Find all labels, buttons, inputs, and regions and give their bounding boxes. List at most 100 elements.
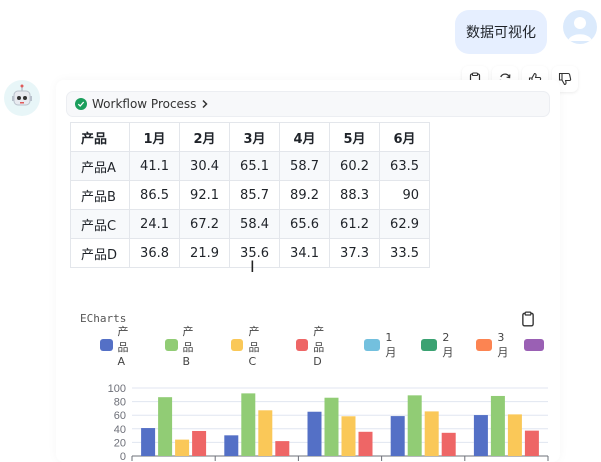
- table-cell: 67.2: [179, 209, 230, 239]
- legend-label: 产品B: [182, 324, 194, 368]
- table-row: 产品A 41.1 30.4 65.1 58.7 60.2 63.5: [70, 151, 430, 181]
- legend-label: 1月: [385, 330, 397, 359]
- bar: [390, 416, 405, 456]
- chevron-right-icon: [202, 99, 208, 109]
- table-cell: 34.1: [279, 238, 330, 268]
- legend-swatch: [364, 339, 381, 351]
- table-cell: 90: [379, 180, 430, 210]
- table-cell: 62.9: [379, 209, 430, 239]
- table-cell: 33.5: [379, 238, 430, 268]
- legend-swatch: [296, 339, 309, 351]
- legend-item[interactable]: 1月: [364, 331, 400, 359]
- table-header-cell: 5月: [329, 122, 380, 152]
- text-cursor-icon: I: [250, 257, 255, 276]
- thumbs-down-icon: [558, 72, 572, 86]
- bar: [241, 393, 256, 456]
- table-cell: 85.7: [229, 180, 280, 210]
- table-cell: 产品C: [70, 209, 130, 239]
- legend-swatch: [524, 339, 544, 351]
- bar: [175, 439, 190, 456]
- legend-swatch: [231, 339, 244, 351]
- bar: [441, 432, 456, 456]
- table-cell: 58.4: [229, 209, 280, 239]
- table-header-cell: 2月: [179, 122, 230, 152]
- bar: [192, 430, 207, 456]
- bar: [490, 395, 505, 456]
- legend-swatch: [476, 339, 493, 351]
- legend-item[interactable]: 产品C: [231, 325, 267, 368]
- check-circle-icon: [75, 98, 87, 110]
- table-header-cell: 3月: [229, 122, 280, 152]
- user-message-bubble: 数据可视化: [455, 10, 547, 54]
- legend-item[interactable]: [524, 337, 549, 353]
- legend-swatch: [100, 339, 113, 351]
- user-avatar: [563, 10, 597, 44]
- y-tick-label: 100: [108, 383, 126, 395]
- legend-label: 2月: [442, 330, 454, 359]
- y-tick-label: 80: [114, 397, 126, 409]
- bar: [341, 416, 356, 456]
- workflow-label: Workflow Process: [92, 97, 197, 111]
- user-message-text: 数据可视化: [466, 25, 536, 41]
- bar: [258, 410, 273, 456]
- table-cell: 89.2: [279, 180, 330, 210]
- data-table: 产品 1月 2月 3月 4月 5月 6月 产品A 41.1 30.4 65.1 …: [70, 122, 430, 268]
- table-cell: 36.8: [129, 238, 180, 268]
- table-cell: 63.5: [379, 151, 430, 181]
- chart-copy-button[interactable]: [520, 311, 536, 331]
- bar-chart: 0 2040 6080 100: [108, 383, 549, 462]
- table-cell: 产品A: [70, 151, 130, 181]
- legend-item[interactable]: 产品D: [296, 325, 332, 368]
- table-cell: 60.2: [329, 151, 380, 181]
- legend-label: 产品A: [117, 324, 129, 368]
- table-cell: 65.1: [229, 151, 280, 181]
- table-cell: 21.9: [179, 238, 230, 268]
- bar: [158, 397, 173, 456]
- workflow-process-toggle[interactable]: Workflow Process: [66, 91, 550, 117]
- bar: [224, 435, 239, 456]
- legend-label: 产品C: [248, 324, 260, 368]
- y-tick-label: 60: [114, 410, 126, 422]
- y-tick-label: 0: [120, 451, 126, 462]
- bar: [141, 428, 156, 456]
- table-header-cell: 1月: [129, 122, 180, 152]
- table-cell: 产品B: [70, 180, 130, 210]
- legend-swatch: [165, 339, 178, 351]
- table-cell: 37.3: [329, 238, 380, 268]
- legend-swatch: [421, 339, 438, 351]
- table-cell: 24.1: [129, 209, 180, 239]
- table-cell: 58.7: [279, 151, 330, 181]
- bar: [507, 414, 522, 456]
- table-row: 产品B 86.5 92.1 85.7 89.2 88.3 90: [70, 180, 430, 210]
- table-cell: 65.6: [279, 209, 330, 239]
- table-header-cell: 产品: [70, 122, 130, 152]
- bar: [524, 430, 539, 456]
- table-header-cell: 6月: [379, 122, 430, 152]
- legend-item[interactable]: 2月: [421, 331, 457, 359]
- table-cell: 86.5: [129, 180, 180, 210]
- user-icon: [568, 17, 592, 41]
- legend-label: 产品D: [313, 324, 325, 368]
- table-cell: 88.3: [329, 180, 380, 210]
- legend-item[interactable]: 产品A: [100, 325, 136, 368]
- bar: [275, 441, 290, 456]
- table-cell: 30.4: [179, 151, 230, 181]
- bar: [407, 395, 422, 456]
- bar: [324, 397, 339, 456]
- legend-label: 3月: [497, 330, 509, 359]
- bar: [307, 411, 322, 456]
- y-tick-label: 40: [114, 424, 126, 436]
- table-header-row: 产品 1月 2月 3月 4月 5月 6月: [70, 122, 430, 152]
- legend-item[interactable]: 产品B: [165, 325, 201, 368]
- bar: [424, 411, 439, 456]
- y-tick-label: 20: [114, 437, 126, 449]
- legend-item[interactable]: 3月: [476, 331, 512, 359]
- table-cell: 41.1: [129, 151, 180, 181]
- bot-avatar: [4, 80, 40, 116]
- table-header-cell: 4月: [279, 122, 330, 152]
- robot-icon: [12, 84, 32, 106]
- table-cell: 产品D: [70, 238, 130, 268]
- bar: [358, 431, 373, 456]
- table-cell: 92.1: [179, 180, 230, 210]
- table-cell: 61.2: [329, 209, 380, 239]
